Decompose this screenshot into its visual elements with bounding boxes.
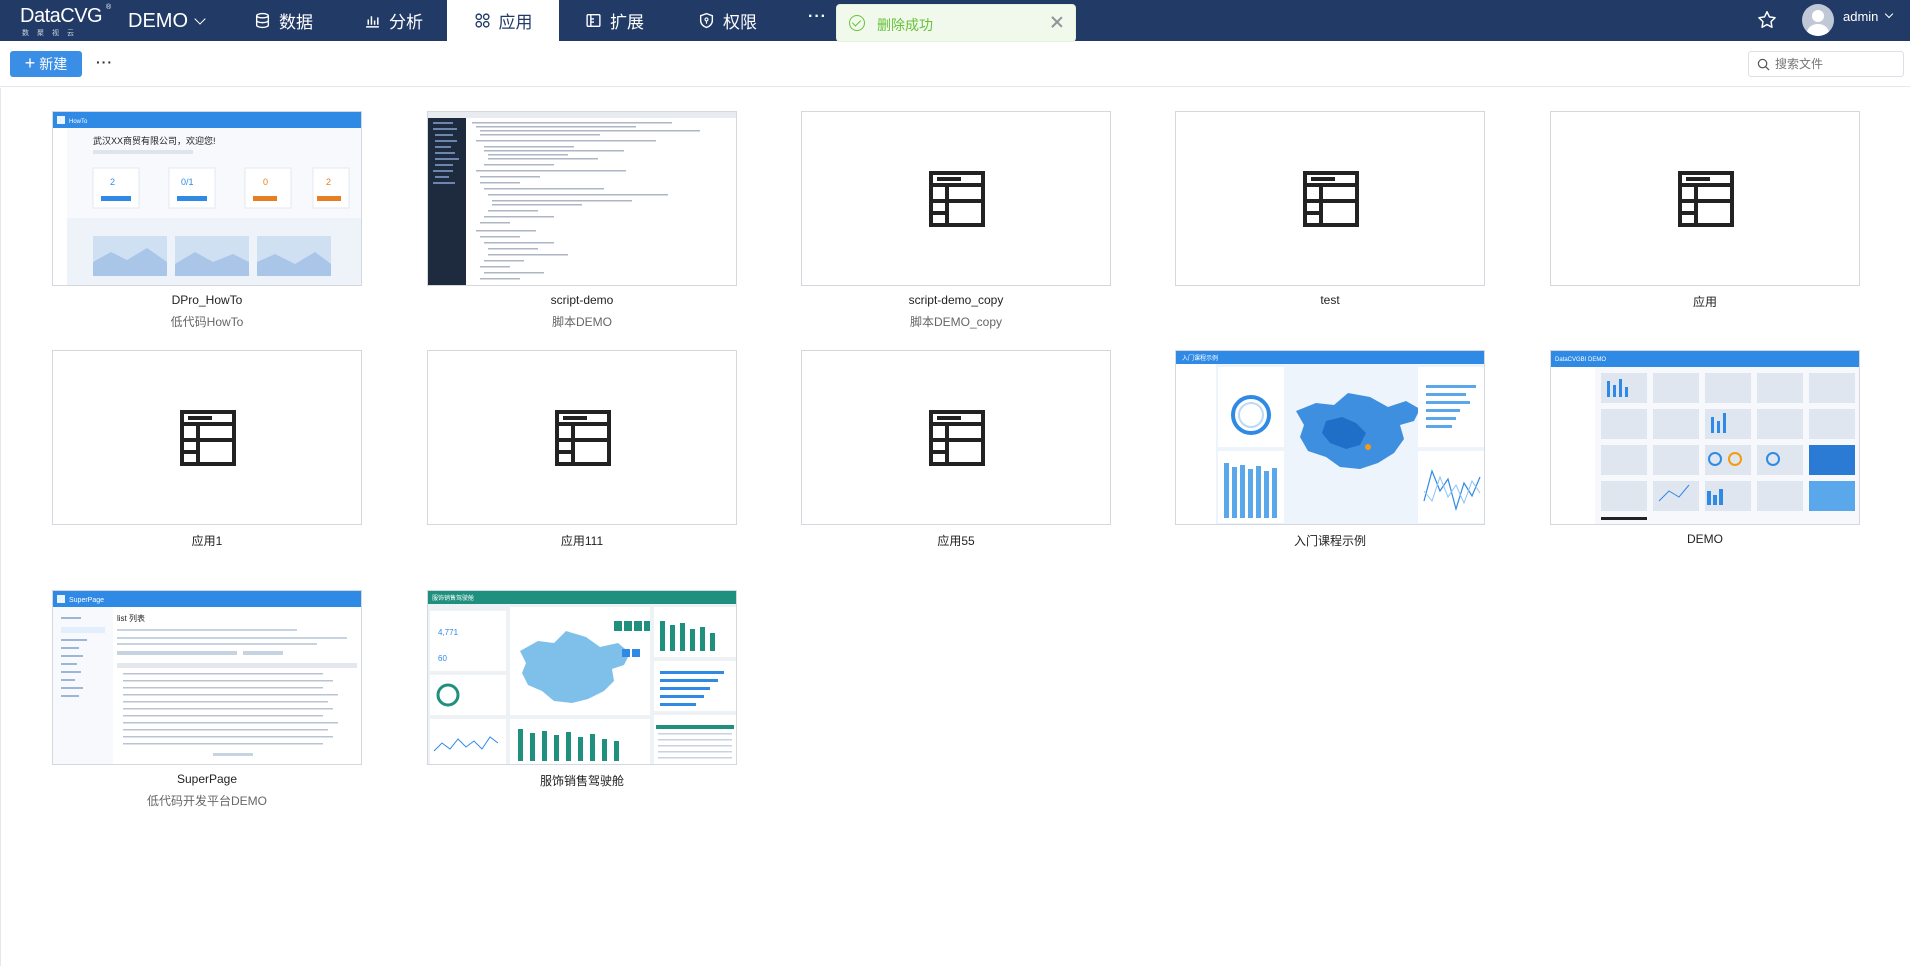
project-name: DEMO	[128, 9, 188, 32]
howto-stat-3: 0	[263, 177, 268, 187]
app-thumbnail[interactable]: DataCVGBI DEMO	[1550, 350, 1860, 525]
app-thumbnail[interactable]: 服饰销售驾驶舱 4,771 60	[427, 590, 737, 765]
nav-more-icon[interactable]: ···	[808, 8, 828, 32]
app-grid-icon	[474, 13, 490, 28]
logo-text: DataCVG	[20, 5, 103, 27]
app-name: DEMO	[1687, 532, 1723, 546]
app-default-icon	[180, 410, 236, 466]
app-name: SuperPage	[176, 772, 238, 786]
nav-permissions-label: 权限	[723, 13, 757, 32]
database-icon	[255, 12, 270, 29]
app-name: script-demo_copy	[908, 293, 1004, 307]
app-description: 低代码开发平台DEMO	[146, 794, 267, 808]
app-thumbnail[interactable]: SuperPage list 列表	[52, 590, 362, 765]
app-default-icon	[929, 410, 985, 466]
chevron-down-icon	[1885, 9, 1894, 19]
divider	[0, 88, 1, 966]
extension-icon	[586, 13, 601, 28]
check-circle-icon	[849, 15, 865, 31]
app-name: script-demo	[550, 293, 614, 307]
superpage-preview: SuperPage list 列表	[53, 591, 361, 764]
logo-registered-mark: ®	[106, 4, 112, 11]
toolbar-more-icon[interactable]: ···	[96, 54, 113, 70]
demo-dashboard-preview: DataCVGBI DEMO	[1551, 351, 1859, 524]
cockpit-kpi-2: 60	[438, 654, 447, 663]
app-thumbnail[interactable]	[427, 350, 737, 525]
app-default-icon	[1678, 171, 1734, 227]
howto-stat-4: 2	[326, 177, 331, 187]
app-description: 低代码HowTo	[170, 315, 244, 329]
app-thumbnail[interactable]	[427, 111, 737, 286]
app-default-icon	[555, 410, 611, 466]
star-icon[interactable]	[1756, 9, 1778, 31]
howto-title: 武汉XX商贸有限公司，欢迎您!	[93, 135, 216, 146]
sp-title: list 列表	[117, 613, 145, 623]
nav-apps[interactable]: 应用	[447, 0, 559, 41]
chevron-down-icon	[194, 12, 206, 25]
plus-icon: +	[24, 53, 36, 73]
close-icon[interactable]	[1049, 14, 1065, 30]
search-input[interactable]	[1775, 55, 1895, 73]
nav-analysis[interactable]: 分析	[352, 0, 435, 41]
sp-brand: SuperPage	[69, 597, 104, 604]
map-dashboard-preview: 入门课程示例	[1176, 351, 1484, 524]
app-description: 脚本DEMO_copy	[909, 315, 1003, 329]
app-description: 脚本DEMO	[551, 315, 612, 329]
username: admin	[1843, 9, 1879, 24]
howto-preview: HowTo 武汉XX商贸有限公司，欢迎您! 2 0/1 0 2	[53, 112, 361, 285]
nav-permissions[interactable]: 权限	[686, 0, 769, 41]
user-menu[interactable]: admin	[1843, 9, 1894, 24]
howto-stat-2: 0/1	[181, 177, 194, 187]
success-toast: 删除成功	[836, 4, 1076, 42]
app-default-icon	[1303, 171, 1359, 227]
new-button[interactable]: + 新建	[10, 51, 82, 77]
top-navbar: DataCVG ® 数聚视云 DEMO 数据 分析 应用 扩展 权限 ··· 删…	[0, 0, 1910, 42]
app-name: test	[1320, 293, 1340, 307]
chart-icon	[366, 16, 379, 28]
toolbar: + 新建 ···	[0, 41, 1910, 87]
nav-extensions[interactable]: 扩展	[573, 0, 656, 41]
app-thumbnail[interactable]: 入门课程示例	[1175, 350, 1485, 525]
avatar[interactable]	[1802, 4, 1834, 36]
new-button-label: 新建	[39, 56, 68, 72]
app-thumbnail[interactable]	[801, 111, 1111, 286]
logo[interactable]: DataCVG ® 数聚视云	[20, 4, 112, 38]
shield-icon	[699, 12, 714, 29]
nav-apps-label: 应用	[498, 13, 533, 32]
app-thumbnail[interactable]	[801, 350, 1111, 525]
app-thumbnail[interactable]	[1175, 111, 1485, 286]
app-thumbnail[interactable]: HowTo 武汉XX商贸有限公司，欢迎您! 2 0/1 0 2	[52, 111, 362, 286]
app-default-icon	[929, 171, 985, 227]
app-name: DPro_HowTo	[171, 293, 243, 307]
map-brand: 入门课程示例	[1182, 354, 1218, 362]
logo-subtext: 数聚视云	[22, 30, 82, 37]
nav-analysis-label: 分析	[389, 13, 423, 32]
nav-extensions-label: 扩展	[610, 13, 644, 32]
app-name: 应用	[1692, 295, 1717, 309]
toast-message: 删除成功	[877, 17, 933, 33]
project-selector[interactable]: DEMO	[128, 8, 206, 34]
nav-data-label: 数据	[279, 13, 313, 32]
app-name: 应用55	[937, 534, 975, 548]
app-name: 应用1	[191, 534, 223, 548]
search-icon	[1757, 58, 1770, 71]
app-name: 服饰销售驾驶舱	[539, 774, 624, 788]
app-name: 入门课程示例	[1293, 534, 1366, 548]
nav-data[interactable]: 数据	[242, 0, 325, 41]
app-thumbnail[interactable]	[52, 350, 362, 525]
cockpit-preview: 服饰销售驾驶舱 4,771 60	[428, 591, 736, 764]
cockpit-brand: 服饰销售驾驶舱	[432, 594, 474, 602]
howto-brand: HowTo	[69, 119, 88, 125]
search-box[interactable]	[1748, 51, 1904, 77]
code-editor-preview	[428, 112, 736, 285]
cockpit-kpi-1: 4,771	[438, 628, 459, 637]
demo-brand: DataCVGBI DEMO	[1555, 357, 1606, 363]
howto-stat-1: 2	[110, 177, 115, 187]
app-name: 应用111	[560, 534, 604, 548]
app-thumbnail[interactable]	[1550, 111, 1860, 286]
